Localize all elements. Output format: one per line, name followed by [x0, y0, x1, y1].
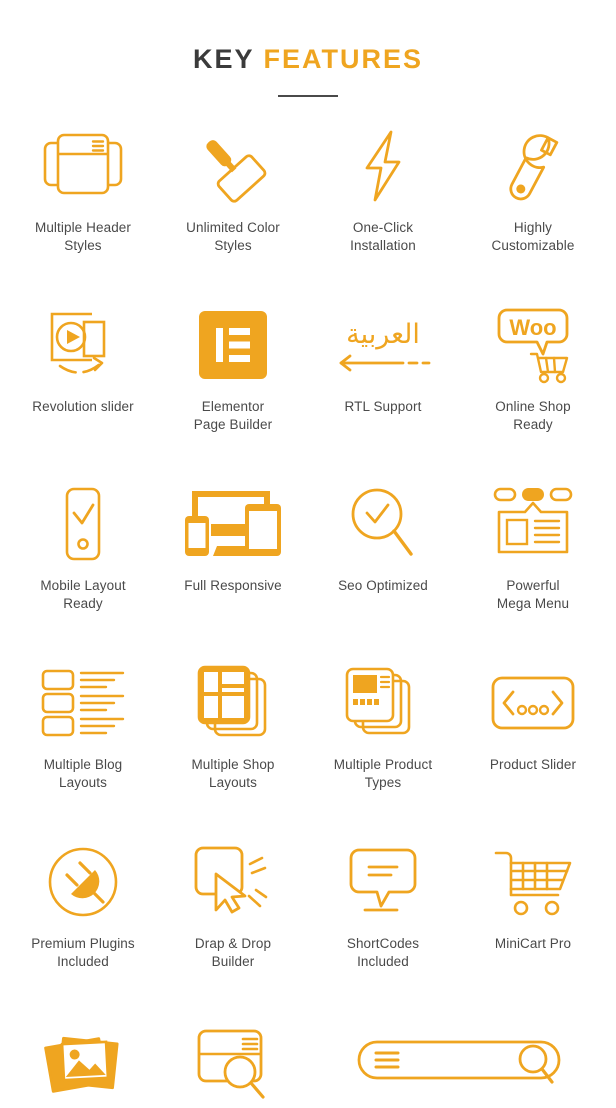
feature-online-shop-ready[interactable]: Woo Online Shop Ready — [458, 298, 608, 433]
feature-mobile-layout-ready[interactable]: Mobile Layout Ready — [8, 477, 158, 612]
feature-label: Highly Customizable — [491, 220, 575, 253]
speech-bubble-lines-icon — [347, 841, 419, 923]
features-row-5: Premium Plugins Included Drap & Drop Bui… — [8, 835, 608, 970]
feature-label: Online Shop Ready — [495, 399, 571, 432]
feature-label: Drap & Drop Builder — [194, 936, 272, 969]
feature-rtl-support[interactable]: العربية RTL Support — [308, 298, 458, 416]
rtl-arabic-text: العربية — [346, 319, 420, 350]
row-spacer — [8, 970, 608, 1018]
feature-label: Seo Optimized — [338, 578, 428, 594]
feature-label: Multiple Blog Layouts — [43, 757, 123, 790]
revolution-slider-icon — [40, 304, 126, 386]
title-divider — [278, 95, 338, 97]
feature-label: Revolution slider — [32, 399, 134, 415]
feature-label: Mobile Layout Ready — [40, 578, 126, 611]
responsive-devices-icon — [183, 483, 283, 565]
key-features-page: KEY FEATURES Multiple Header Styles Unli… — [0, 0, 616, 1108]
blog-list-layout-icon — [40, 662, 126, 744]
quick-view-card-icon — [195, 1024, 275, 1106]
features-row-2: Revolution slider Elementor Page Builder — [8, 298, 608, 433]
feature-label: Multiple Shop Layouts — [191, 757, 275, 790]
feature-label: Multiple Header Styles — [34, 220, 132, 253]
feature-product-slider[interactable]: Product Slider — [458, 656, 608, 774]
feature-label: Unlimited Color Styles — [186, 220, 280, 253]
row-spacer — [8, 433, 608, 477]
feature-revolution-slider[interactable]: Revolution slider — [8, 298, 158, 416]
rtl-arrow-icon: العربية — [333, 304, 433, 386]
elementor-logo-icon — [199, 304, 267, 386]
features-row-1: Multiple Header Styles Unlimited Color S… — [8, 119, 608, 254]
product-types-card-icon — [345, 662, 421, 744]
shop-layout-pages-icon — [195, 662, 271, 744]
woo-text: Woo — [509, 315, 556, 340]
drag-drop-cursor-icon — [192, 841, 274, 923]
magnifier-check-icon — [347, 483, 419, 565]
page-title-key: KEY — [192, 44, 254, 74]
feature-drap-drop-builder[interactable]: Drap & Drop Builder — [158, 835, 308, 970]
feature-highly-customizable[interactable]: Highly Customizable — [458, 119, 608, 254]
mobile-check-icon — [58, 483, 108, 565]
feature-product-ajax-live-search[interactable]: Product AJAX Live Search — [310, 1018, 608, 1108]
feature-label: Product Slider — [489, 757, 577, 773]
feature-multiple-product-types[interactable]: Multiple Product Types — [308, 656, 458, 791]
feature-one-click-installation[interactable]: One-Click Installation — [308, 119, 458, 254]
feature-seo-optimized[interactable]: Seo Optimized — [308, 477, 458, 595]
ajax-search-bar-icon — [356, 1024, 562, 1106]
plug-circle-icon — [47, 841, 119, 923]
woocommerce-cart-icon: Woo — [491, 304, 575, 386]
features-row-3: Mobile Layout Ready Full Responsive Seo … — [8, 477, 608, 612]
feature-label: ShortCodes Included — [346, 936, 420, 969]
feature-full-responsive[interactable]: Full Responsive — [158, 477, 308, 595]
mega-menu-icon — [492, 483, 574, 565]
feature-label: Elementor Page Builder — [193, 399, 273, 432]
feature-label: Premium Plugins Included — [31, 936, 135, 969]
feature-premium-plugins-included[interactable]: Premium Plugins Included — [8, 835, 158, 970]
feature-label: Full Responsive — [184, 578, 282, 594]
feature-multiple-blog-layouts[interactable]: Multiple Blog Layouts — [8, 656, 158, 791]
feature-color-image-swatches[interactable]: Color & Image Swatches — [8, 1018, 159, 1108]
photo-stack-icon — [43, 1024, 125, 1106]
feature-product-quick-view[interactable]: Product Quick View — [159, 1018, 310, 1108]
feature-label: Multiple Product Types — [333, 757, 433, 790]
lightning-bolt-icon — [353, 125, 413, 207]
features-grid: Multiple Header Styles Unlimited Color S… — [0, 119, 616, 1108]
wrench-icon — [498, 125, 568, 207]
feature-elementor-page-builder[interactable]: Elementor Page Builder — [158, 298, 308, 433]
feature-label: One-Click Installation — [350, 220, 416, 253]
feature-powerful-mega-menu[interactable]: Powerful Mega Menu — [458, 477, 608, 612]
feature-unlimited-color-styles[interactable]: Unlimited Color Styles — [158, 119, 308, 254]
shopping-cart-icon — [492, 841, 574, 923]
feature-multiple-shop-layouts[interactable]: Multiple Shop Layouts — [158, 656, 308, 791]
feature-minicart-pro[interactable]: MiniCart Pro — [458, 835, 608, 953]
features-row-4: Multiple Blog Layouts Multiple Shop Layo… — [8, 656, 608, 791]
page-header: KEY FEATURES — [0, 0, 616, 97]
page-title-features: FEATURES — [263, 44, 424, 74]
features-row-6: Color & Image Swatches — [8, 1018, 608, 1108]
row-spacer — [8, 791, 608, 835]
feature-label: MiniCart Pro — [494, 936, 572, 952]
row-spacer — [8, 612, 608, 656]
feature-shortcodes-included[interactable]: ShortCodes Included — [308, 835, 458, 970]
feature-label: Powerful Mega Menu — [496, 578, 570, 611]
feature-label: RTL Support — [344, 399, 422, 415]
product-slider-icon — [491, 662, 575, 744]
row-spacer — [8, 254, 608, 298]
paint-roller-icon — [195, 125, 271, 207]
feature-multiple-header-styles[interactable]: Multiple Header Styles — [8, 119, 158, 254]
multiple-header-styles-icon — [41, 125, 125, 207]
page-title: KEY FEATURES — [0, 46, 616, 73]
